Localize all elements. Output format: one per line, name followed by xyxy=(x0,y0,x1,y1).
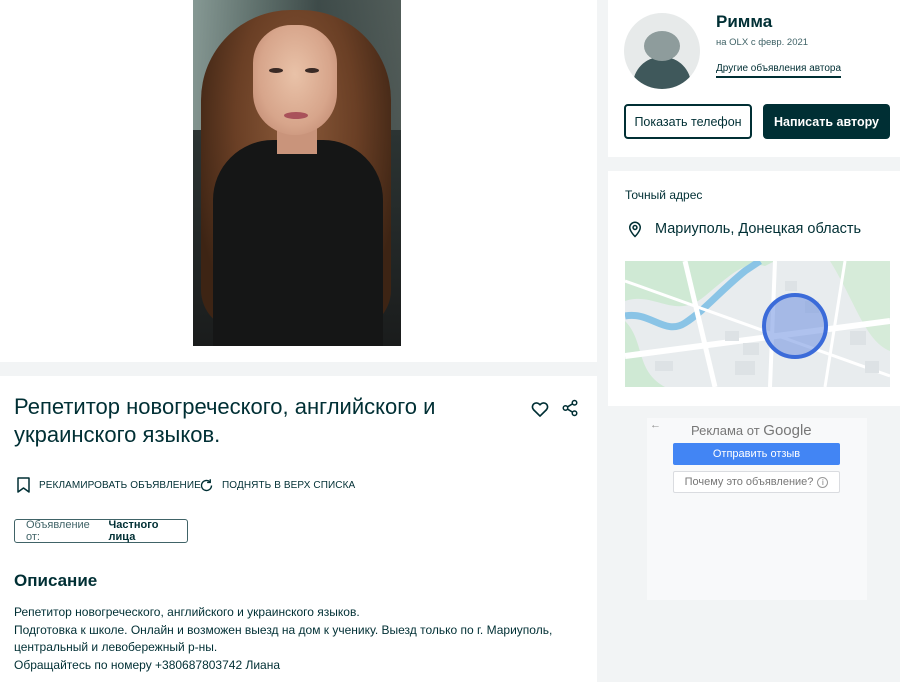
bump-ad-link[interactable]: ПОДНЯТЬ В ВЕРХ СПИСКА xyxy=(199,477,355,493)
owner-type-label: Объявление от: xyxy=(26,519,90,543)
description-text: Репетитор новогреческого, английского и … xyxy=(14,604,584,674)
ad-brand-name: Google xyxy=(763,422,812,439)
heart-icon xyxy=(531,402,549,417)
location-pin-icon xyxy=(628,221,642,238)
favorite-button[interactable] xyxy=(530,399,550,419)
share-icon xyxy=(562,399,578,417)
listing-title: Репетитор новогреческого, английского и … xyxy=(14,394,436,447)
photo-body xyxy=(213,140,383,346)
avatar-head xyxy=(644,31,680,61)
photo-eye xyxy=(305,68,319,73)
seller-since: на OLX с февр. 2021 xyxy=(716,37,809,48)
owner-type-badge: Объявление от: Частного лица xyxy=(14,519,188,543)
why-this-ad-button[interactable]: Почему это объявление? i xyxy=(673,471,840,493)
owner-type-value: Частного лица xyxy=(108,519,159,543)
description-line: Подготовка к школе. Онлайн и возможен вы… xyxy=(14,622,553,637)
photo-eye xyxy=(269,68,283,73)
address-row: Мариуполь, Донецкая область xyxy=(626,220,861,238)
description-line: Репетитор новогреческого, английского и … xyxy=(14,605,360,619)
share-button[interactable] xyxy=(561,399,581,419)
send-feedback-button[interactable]: Отправить отзыв xyxy=(673,443,840,465)
message-author-button[interactable]: Написать автору xyxy=(763,104,890,139)
ad-brand-prefix: Реклама от xyxy=(691,423,760,438)
info-icon: i xyxy=(817,476,829,488)
bump-ad-label: ПОДНЯТЬ В ВЕРХ СПИСКА xyxy=(222,479,356,491)
description-line: центральный и левобережный р-ны. xyxy=(14,640,218,655)
why-this-ad-label: Почему это объявление? xyxy=(684,476,814,488)
seller-other-ads-link[interactable]: Другие объявления автора xyxy=(716,63,842,78)
photo-lips xyxy=(284,112,308,119)
bookmark-icon xyxy=(17,477,30,493)
seller-name: Римма xyxy=(716,12,773,31)
avatar-shoulders xyxy=(633,57,691,89)
ad-brand: Реклама от Google xyxy=(691,422,812,439)
listing-photo[interactable] xyxy=(193,0,401,346)
show-phone-button[interactable]: Показать телефон xyxy=(624,104,752,139)
ad-back-arrow[interactable]: ← xyxy=(650,419,661,431)
avatar xyxy=(624,13,700,89)
refresh-icon xyxy=(200,478,213,491)
location-map[interactable] xyxy=(625,261,890,387)
map-graphic xyxy=(625,261,890,387)
description-line: Обращайтесь по номеру +380687803742 Лиан… xyxy=(14,657,281,672)
promote-ad-label: РЕКЛАМИРОВАТЬ ОБЪЯВЛЕНИЕ xyxy=(39,479,201,491)
address-location: Мариуполь, Донецкая область xyxy=(655,221,862,237)
promote-ad-link[interactable]: РЕКЛАМИРОВАТЬ ОБЪЯВЛЕНИЕ xyxy=(16,477,201,493)
address-label: Точный адрес xyxy=(625,188,703,202)
description-heading: Описание xyxy=(14,571,98,590)
